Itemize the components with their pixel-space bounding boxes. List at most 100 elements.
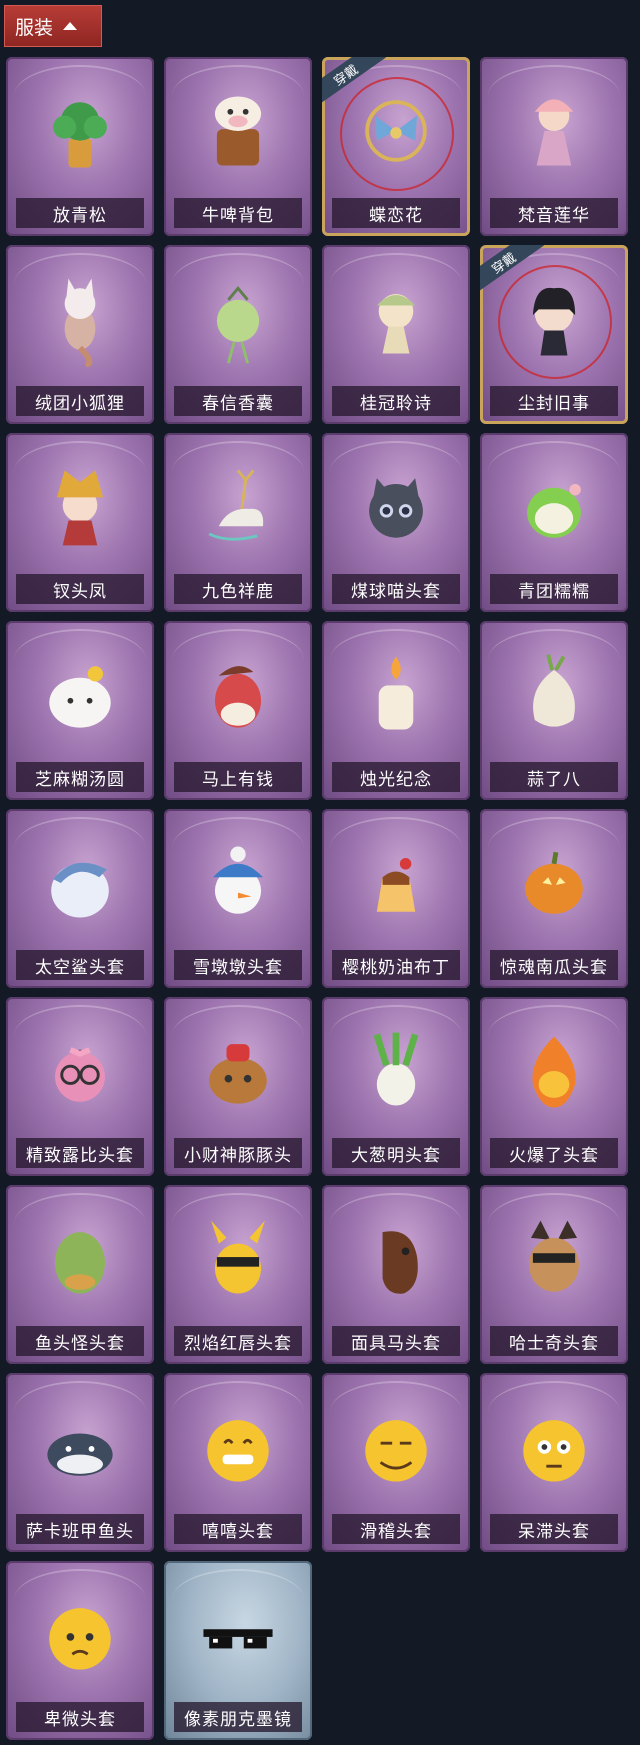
costume-name: 樱桃奶油布丁 (332, 950, 460, 980)
costume-name: 绒团小狐狸 (16, 386, 144, 416)
costume-name: 雪墩墩头套 (174, 950, 302, 980)
costume-name: 哈士奇头套 (490, 1326, 618, 1356)
costume-name: 蝶恋花 (332, 198, 460, 228)
costume-name: 惊魂南瓜头套 (490, 950, 618, 980)
costume-card[interactable]: 煤球喵头套 (322, 433, 470, 612)
green-dumpling-icon (480, 447, 628, 567)
costume-name: 鱼头怪头套 (16, 1326, 144, 1356)
cow-beer-backpack-icon (164, 71, 312, 191)
costume-name: 马上有钱 (174, 762, 302, 792)
black-cat-head-icon (322, 447, 470, 567)
costume-name: 烛光纪念 (332, 762, 460, 792)
garlic-icon (480, 635, 628, 755)
lotus-doll-icon (480, 71, 628, 191)
costume-name: 春信香囊 (174, 386, 302, 416)
costume-card[interactable]: 呆滞头套 (480, 1373, 628, 1552)
costume-name: 大葱明头套 (332, 1138, 460, 1168)
costume-card[interactable]: 太空鲨头套 (6, 809, 154, 988)
phoenix-crown-doll-icon (6, 447, 154, 567)
costume-name: 牛啤背包 (174, 198, 302, 228)
costume-card[interactable]: 牛啤背包 (164, 57, 312, 236)
costume-name: 太空鲨头套 (16, 950, 144, 980)
costume-card[interactable]: 芝麻糊汤圆 (6, 621, 154, 800)
costume-card[interactable]: 滑稽头套 (322, 1373, 470, 1552)
costume-card[interactable]: 穿戴 尘封旧事 (480, 245, 628, 424)
costume-card[interactable]: 小财神豚豚头 (164, 997, 312, 1176)
costume-card[interactable]: 火爆了头套 (480, 997, 628, 1176)
costume-name: 烈焰红唇头套 (174, 1326, 302, 1356)
costume-card[interactable]: 九色祥鹿 (164, 433, 312, 612)
sachet-icon (164, 259, 312, 379)
costume-name: 滑稽头套 (332, 1514, 460, 1544)
costume-card[interactable]: 青团糯糯 (480, 433, 628, 612)
costume-card[interactable]: 卑微头套 (6, 1561, 154, 1740)
costume-name: 小财神豚豚头 (174, 1138, 302, 1168)
costume-grid: 放青松 牛啤背包 穿戴 蝶恋花 梵音莲华绒团小狐狸 春信香囊 桂冠聆诗 穿戴 尘封旧事钗头凤 九色… (6, 57, 628, 1740)
costume-name: 芝麻糊汤圆 (16, 762, 144, 792)
costume-card[interactable]: 桂冠聆诗 (322, 245, 470, 424)
dazed-emoji-icon (480, 1387, 628, 1507)
costume-name: 精致露比头套 (16, 1138, 144, 1168)
snowman-head-icon (164, 823, 312, 943)
chevron-up-icon (63, 22, 78, 30)
costume-name: 呆滞头套 (490, 1514, 618, 1544)
costume-name: 青团糯糯 (490, 574, 618, 604)
costume-name: 尘封旧事 (490, 386, 618, 416)
costume-name: 火爆了头套 (490, 1138, 618, 1168)
laurel-doll-icon (322, 259, 470, 379)
deer-icon (164, 447, 312, 567)
costume-name: 蒜了八 (490, 762, 618, 792)
costume-card[interactable]: 马上有钱 (164, 621, 312, 800)
costume-card[interactable]: 樱桃奶油布丁 (322, 809, 470, 988)
rice-ball-icon (6, 635, 154, 755)
equipped-ring (340, 77, 454, 191)
costume-card[interactable]: 精致露比头套 (6, 997, 154, 1176)
costume-name: 梵音莲华 (490, 198, 618, 228)
costume-card[interactable]: 钗头凤 (6, 433, 154, 612)
costume-card[interactable]: 萨卡班甲鱼头 (6, 1373, 154, 1552)
costume-name: 萨卡班甲鱼头 (16, 1514, 144, 1544)
costume-name: 面具马头套 (332, 1326, 460, 1356)
costume-name: 钗头凤 (16, 574, 144, 604)
costume-card[interactable]: 梵音莲华 (480, 57, 628, 236)
sacabambaspis-head-icon (6, 1387, 154, 1507)
costume-card[interactable]: 雪墩墩头套 (164, 809, 312, 988)
costume-card[interactable]: 大葱明头套 (322, 997, 470, 1176)
costume-card[interactable]: 鱼头怪头套 (6, 1185, 154, 1364)
costume-card[interactable]: 烛光纪念 (322, 621, 470, 800)
costume-card[interactable]: 哈士奇头套 (480, 1185, 628, 1364)
grin-emoji-icon (164, 1387, 312, 1507)
equipped-ring (498, 265, 612, 379)
fish-head-icon (6, 1199, 154, 1319)
costume-card[interactable]: 绒团小狐狸 (6, 245, 154, 424)
costume-card[interactable]: 面具马头套 (322, 1185, 470, 1364)
costume-card[interactable]: 蒜了八 (480, 621, 628, 800)
scallion-head-icon (322, 1011, 470, 1131)
fire-face-icon (480, 1011, 628, 1131)
smirk-emoji-icon (322, 1387, 470, 1507)
costume-name: 桂冠聆诗 (332, 386, 460, 416)
costume-card[interactable]: 嘻嘻头套 (164, 1373, 312, 1552)
costume-card[interactable]: 惊魂南瓜头套 (480, 809, 628, 988)
capybara-head-icon (164, 1011, 312, 1131)
pleading-emoji-icon (6, 1575, 154, 1695)
husky-sunglasses-icon (480, 1199, 628, 1319)
costume-category-tab[interactable]: 服装 (4, 5, 102, 47)
pudding-icon (322, 823, 470, 943)
costume-name: 煤球喵头套 (332, 574, 460, 604)
costume-card[interactable]: 像素朋克墨镜 (164, 1561, 312, 1740)
costume-card[interactable]: 穿戴 蝶恋花 (322, 57, 470, 236)
potted-pine-icon (6, 71, 154, 191)
costume-card[interactable]: 烈焰红唇头套 (164, 1185, 312, 1364)
pumpkin-icon (480, 823, 628, 943)
costume-card[interactable]: 春信香囊 (164, 245, 312, 424)
pink-glasses-head-icon (6, 1011, 154, 1131)
costume-card[interactable]: 放青松 (6, 57, 154, 236)
candle-icon (322, 635, 470, 755)
yellow-sunglasses-head-icon (164, 1199, 312, 1319)
costume-name: 九色祥鹿 (174, 574, 302, 604)
red-horse-head-icon (164, 635, 312, 755)
pixel-sunglasses-icon (164, 1575, 312, 1695)
horse-mask-icon (322, 1199, 470, 1319)
shark-head-icon (6, 823, 154, 943)
